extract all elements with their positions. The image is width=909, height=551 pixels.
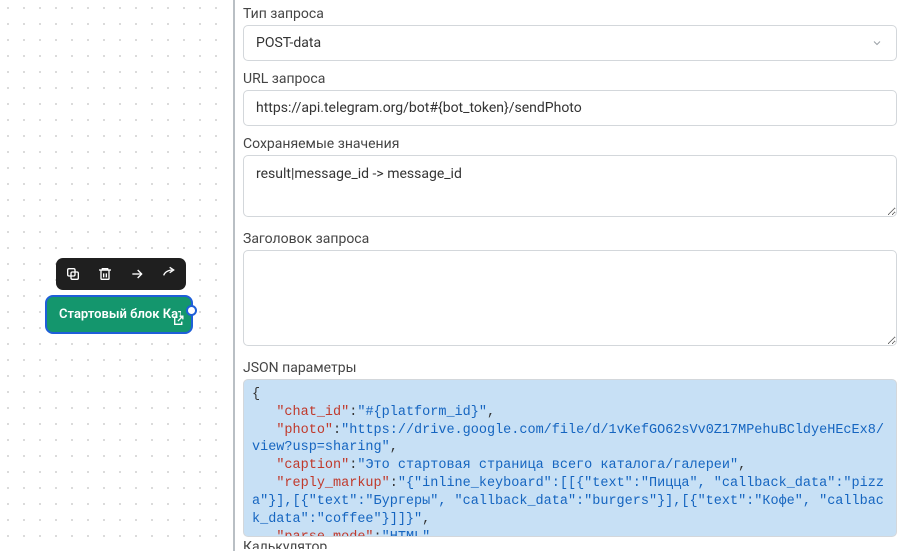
open-block-button[interactable] — [171, 313, 185, 327]
headers-label: Заголовок запроса — [243, 231, 897, 247]
start-block-node[interactable]: Стартовый блок Катал — [45, 295, 193, 334]
headers-textarea[interactable] — [243, 250, 897, 346]
url-label: URL запроса — [243, 71, 897, 87]
next-button[interactable] — [126, 263, 148, 285]
share-icon — [161, 266, 177, 282]
copy-button[interactable] — [62, 263, 84, 285]
request-form-panel: Тип запроса POST-data URL запроса Сохран… — [233, 0, 909, 551]
arrow-right-icon — [129, 266, 145, 282]
calculator-label: Калькулятор — [243, 539, 897, 549]
saved-values-textarea[interactable] — [243, 155, 897, 217]
node-output-port[interactable] — [186, 305, 197, 316]
json-params-textarea[interactable]: { "chat_id":"#{platform_id}", "photo":"h… — [243, 379, 897, 537]
request-type-label: Тип запроса — [243, 6, 897, 22]
copy-icon — [65, 266, 81, 282]
url-input[interactable] — [243, 90, 897, 126]
node-title: Стартовый блок Катал — [59, 307, 181, 322]
request-type-select[interactable]: POST-data — [243, 25, 897, 61]
delete-button[interactable] — [94, 263, 116, 285]
saved-values-label: Сохраняемые значения — [243, 136, 897, 152]
external-link-icon — [172, 314, 185, 327]
share-button[interactable] — [158, 263, 180, 285]
json-params-label: JSON параметры — [243, 360, 897, 376]
trash-icon — [97, 266, 113, 282]
request-type-value: POST-data — [243, 25, 897, 61]
node-toolbar — [56, 258, 186, 290]
